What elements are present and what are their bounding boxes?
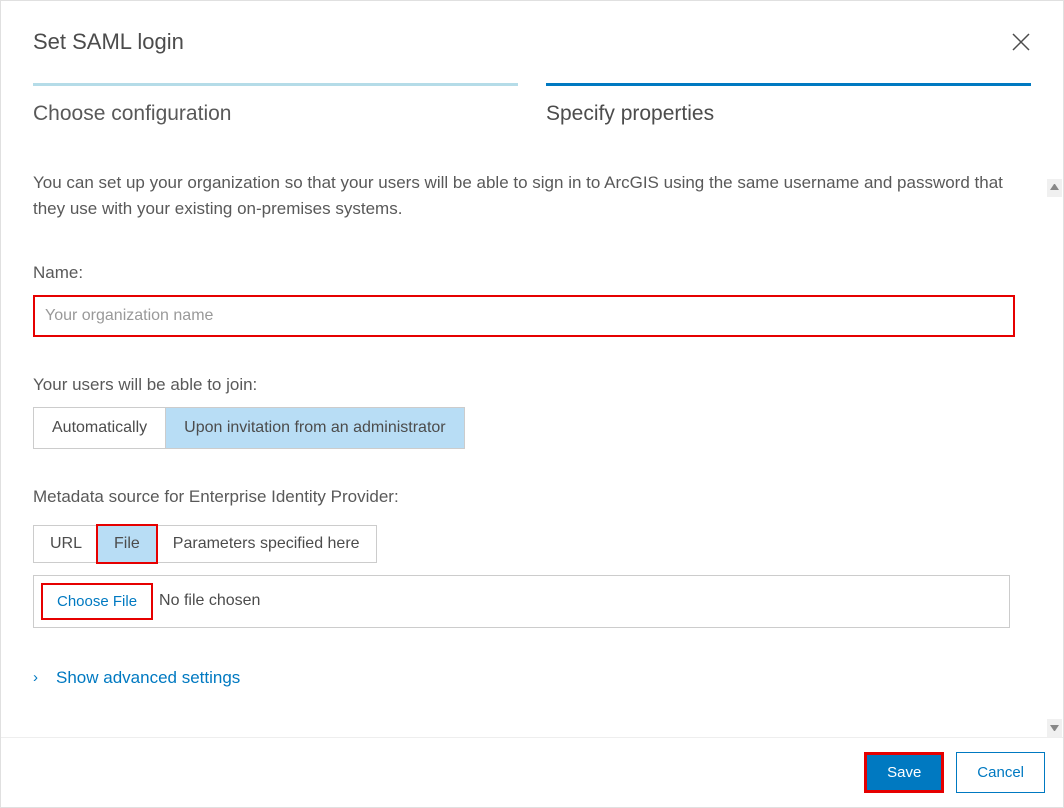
chevron-right-icon: › bbox=[33, 669, 38, 686]
save-button[interactable]: Save bbox=[864, 752, 944, 793]
close-icon[interactable] bbox=[1011, 32, 1031, 52]
join-label: Your users will be able to join: bbox=[33, 375, 1031, 395]
organization-name-input[interactable] bbox=[33, 295, 1015, 337]
advanced-settings-label: Show advanced settings bbox=[56, 668, 240, 688]
step-label: Specify properties bbox=[546, 102, 1031, 126]
metadata-option-url[interactable]: URL bbox=[34, 526, 98, 562]
name-label: Name: bbox=[33, 263, 1031, 283]
metadata-option-parameters[interactable]: Parameters specified here bbox=[156, 526, 376, 562]
join-mode-toggle: Automatically Upon invitation from an ad… bbox=[33, 407, 465, 449]
step-choose-configuration[interactable]: Choose configuration bbox=[33, 83, 518, 126]
dialog-header: Set SAML login bbox=[33, 29, 1031, 55]
join-option-upon-invitation[interactable]: Upon invitation from an administrator bbox=[165, 408, 463, 448]
cancel-button[interactable]: Cancel bbox=[956, 752, 1045, 793]
step-specify-properties[interactable]: Specify properties bbox=[546, 83, 1031, 126]
choose-file-button[interactable]: Choose File bbox=[41, 583, 153, 620]
dialog-title: Set SAML login bbox=[33, 29, 184, 55]
no-file-text: No file chosen bbox=[159, 592, 260, 610]
dialog-content: You can set up your organization so that… bbox=[33, 170, 1031, 688]
metadata-option-file[interactable]: File bbox=[96, 524, 158, 564]
step-bar bbox=[546, 83, 1031, 86]
step-bar bbox=[33, 83, 518, 86]
metadata-source-toggle: URL File Parameters specified here bbox=[33, 525, 377, 563]
scroll-up-icon[interactable] bbox=[1047, 179, 1062, 197]
join-option-automatically[interactable]: Automatically bbox=[34, 408, 165, 448]
step-indicator: Choose configuration Specify properties bbox=[33, 83, 1031, 126]
saml-login-dialog: Set SAML login Choose configuration Spec… bbox=[1, 1, 1063, 807]
file-picker-row: Choose File No file chosen bbox=[33, 575, 1010, 628]
metadata-label: Metadata source for Enterprise Identity … bbox=[33, 487, 1031, 507]
step-label: Choose configuration bbox=[33, 102, 518, 126]
scroll-down-icon[interactable] bbox=[1047, 719, 1062, 737]
dialog-footer: Save Cancel bbox=[1, 737, 1063, 807]
description-text: You can set up your organization so that… bbox=[33, 170, 1031, 223]
show-advanced-settings-toggle[interactable]: › Show advanced settings bbox=[33, 668, 1031, 688]
